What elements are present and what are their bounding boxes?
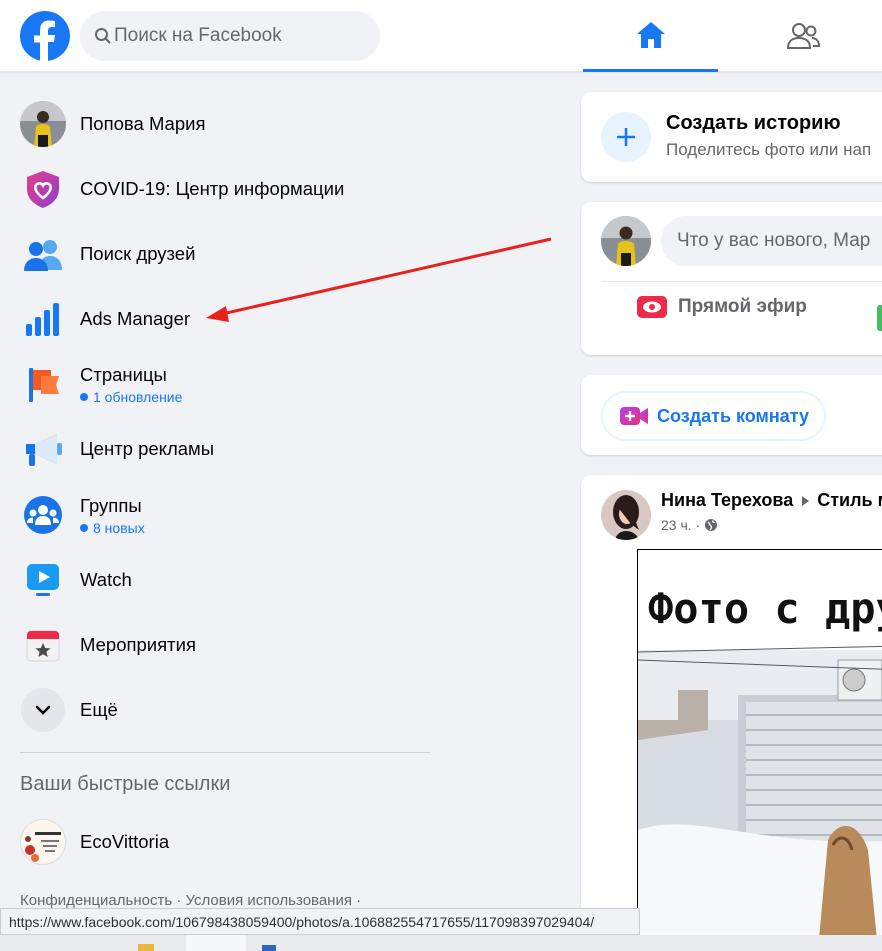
sidebar-item-label: Центр рекламы <box>80 438 215 459</box>
sidebar-item-watch[interactable]: Watch <box>20 552 440 608</box>
taskbar-folder-icon[interactable] <box>138 944 154 951</box>
quick-link-ecovittoria[interactable]: EcoVittoria <box>20 814 440 870</box>
watch-play-icon <box>27 564 59 596</box>
sidebar-item-label: Ads Manager <box>80 308 191 329</box>
user-avatar <box>20 101 66 147</box>
pages-flag-icon <box>29 368 59 402</box>
live-video-icon <box>637 296 667 318</box>
user-avatar <box>601 216 651 266</box>
globe-icon <box>705 519 718 531</box>
sidebar-item-find-friends[interactable]: Поиск друзей <box>20 226 440 282</box>
create-room-card: Создать комнату <box>581 375 882 455</box>
sidebar-item-label: Watch <box>80 569 132 590</box>
tab-friends[interactable] <box>735 0 870 72</box>
search-placeholder: Поиск на Facebook <box>114 25 282 46</box>
footer-links[interactable]: Конфиденциальность · Условия использован… <box>20 892 361 909</box>
home-icon <box>636 21 665 48</box>
ads-manager-bar-chart-icon <box>26 303 59 336</box>
os-taskbar <box>0 935 882 951</box>
create-story-card[interactable]: Создать историю Поделитесь фото или нап <box>581 92 882 182</box>
megaphone-icon <box>26 434 62 466</box>
sidebar-item-ad-center[interactable]: Центр рекламы <box>20 421 440 477</box>
post-image[interactable]: Фото с дру <box>637 549 882 949</box>
calendar-star-icon <box>26 630 60 662</box>
chevron-down-icon <box>21 688 65 732</box>
unread-dot-icon <box>80 523 88 532</box>
create-story-title: Создать историю <box>666 112 841 134</box>
post-timestamp[interactable]: 23 ч. · <box>661 517 700 533</box>
post-group-name[interactable]: Стиль м <box>817 490 882 511</box>
video-plus-icon <box>620 407 648 425</box>
facebook-logo-icon[interactable] <box>20 11 70 62</box>
create-story-subtitle: Поделитесь фото или нап <box>666 140 872 159</box>
tab-home[interactable] <box>583 0 718 72</box>
browser-status-url: https://www.facebook.com/106798438059400… <box>0 908 640 935</box>
create-room-button[interactable]: Создать комнату <box>601 391 827 441</box>
post-author-line: Нина Терехова Стиль м <box>661 490 882 511</box>
sidebar-item-covid[interactable]: COVID-19: Центр информации <box>20 161 440 217</box>
quick-link-label: EcoVittoria <box>80 831 170 852</box>
whats-new-input[interactable]: Что у вас нового, Мар <box>661 216 882 266</box>
author-avatar[interactable] <box>601 490 651 540</box>
feed-post: Нина Терехова Стиль м 23 ч. · <box>581 475 882 951</box>
top-bar: Поиск на Facebook <box>0 0 882 72</box>
sidebar-item-label: Попова Мария <box>80 113 206 134</box>
post-composer-card: Что у вас нового, Мар Прямой эфир <box>581 202 882 355</box>
sidebar-item-events[interactable]: Мероприятия <box>20 617 440 673</box>
unread-dot-icon <box>80 392 88 401</box>
sidebar-item-label: Поиск друзей <box>80 243 196 264</box>
composer-divider <box>601 281 882 282</box>
find-friends-icon <box>24 240 62 271</box>
sidebar-item-more[interactable]: Ещё <box>20 682 440 738</box>
search-input[interactable]: Поиск на Facebook <box>80 11 380 61</box>
sidebar-item-label: Группы <box>80 494 142 516</box>
plus-icon <box>601 112 651 162</box>
notification-count: 8 новых <box>80 520 145 536</box>
sidebar-item-label: Мероприятия <box>80 634 196 655</box>
taskbar-app-icon[interactable] <box>262 945 276 951</box>
photo-video-icon[interactable] <box>877 305 882 331</box>
sidebar-item-label: Страницы <box>80 363 167 385</box>
caret-right-icon <box>802 495 810 506</box>
quick-links-heading: Ваши быстрые ссылки <box>20 773 231 795</box>
sidebar-item-label: Ещё <box>80 699 118 720</box>
live-video-button[interactable]: Прямой эфир <box>636 295 807 319</box>
sidebar-item-label: COVID-19: Центр информации <box>80 178 345 199</box>
friends-icon <box>786 23 820 49</box>
search-icon <box>95 28 111 44</box>
notification-count: 1 обновление <box>80 389 182 405</box>
post-author-name[interactable]: Нина Терехова <box>661 490 793 511</box>
page-avatar <box>20 819 66 865</box>
sidebar-item-pages[interactable]: Страницы 1 обновление <box>20 356 440 412</box>
sidebar-item-profile[interactable]: Попова Мария <box>20 96 440 152</box>
sidebar-item-groups[interactable]: Группы 8 новых <box>20 487 440 543</box>
post-meta: 23 ч. · <box>661 517 718 533</box>
covid-shield-icon <box>27 171 59 208</box>
post-image-caption: Фото с дру <box>648 584 882 633</box>
taskbar-browser-icon[interactable] <box>186 935 246 951</box>
sidebar-divider <box>20 752 430 753</box>
sidebar-item-ads-manager[interactable]: Ads Manager <box>20 291 440 347</box>
groups-icon <box>24 496 62 534</box>
